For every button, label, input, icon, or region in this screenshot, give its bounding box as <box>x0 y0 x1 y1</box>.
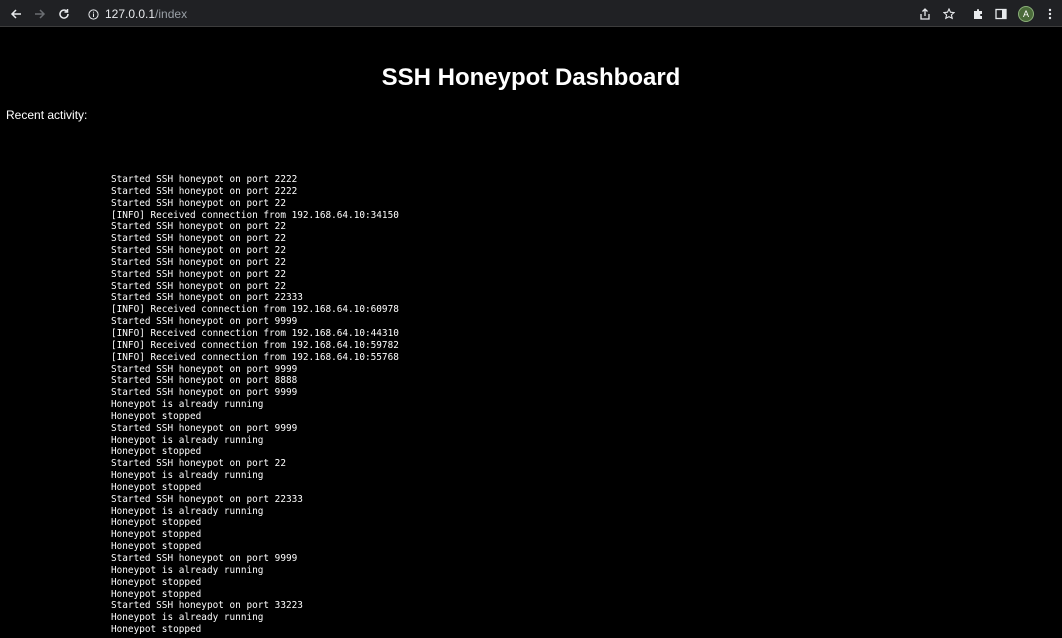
log-line: [INFO] Received connection from 192.168.… <box>111 209 399 221</box>
log-line: [INFO] Received connection from 192.168.… <box>111 351 399 363</box>
log-line: Honeypot stopped <box>111 481 202 493</box>
log-line: Honeypot stopped <box>111 529 202 541</box>
reload-icon[interactable] <box>54 4 74 24</box>
bookmark-star-icon[interactable] <box>939 4 959 24</box>
recent-activity-label: Recent activity: <box>6 108 88 122</box>
browser-toolbar: 127.0.0.1/index A <box>0 0 1062 27</box>
page-title: SSH Honeypot Dashboard <box>381 64 681 91</box>
address-bar[interactable]: 127.0.0.1/index <box>88 5 187 23</box>
back-arrow-icon[interactable] <box>6 4 26 24</box>
log-line: Honeypot is already running <box>111 470 264 482</box>
log-line: Honeypot is already running <box>111 564 264 576</box>
log-line: Honeypot stopped <box>111 410 202 422</box>
log-line: Started SSH honeypot on port 9999 <box>111 422 298 434</box>
log-line: Started SSH honeypot on port 22 <box>111 256 286 268</box>
share-icon[interactable] <box>915 4 935 24</box>
log-line: Started SSH honeypot on port 22 <box>111 280 286 292</box>
log-line: Started SSH honeypot on port 22 <box>111 197 286 209</box>
log-line: Honeypot stopped <box>111 576 202 588</box>
activity-log: Started SSH honeypot on port 2222 Started… <box>111 174 399 636</box>
url-path: /index <box>155 7 188 21</box>
log-line: Started SSH honeypot on port 22 <box>111 245 286 257</box>
log-line: Started SSH honeypot on port 9999 <box>111 363 298 375</box>
log-line: Honeypot stopped <box>111 588 202 600</box>
log-line: [INFO] Received connection from 192.168.… <box>111 304 399 316</box>
log-line: Started SSH honeypot on port 9999 <box>111 553 298 564</box>
log-line: [INFO] Received connection from 192.168.… <box>111 327 399 339</box>
profile-avatar[interactable]: A <box>1018 6 1034 22</box>
log-line: [INFO] Received connection from 192.168.… <box>111 339 399 351</box>
log-line: Started SSH honeypot on port 9999 <box>111 387 298 399</box>
site-info-icon[interactable] <box>88 8 99 20</box>
log-line: Started SSH honeypot on port 22 <box>111 458 286 470</box>
log-line: Honeypot stopped <box>111 517 202 529</box>
log-line: Started SSH honeypot on port 22 <box>111 221 286 233</box>
log-line: Started SSH honeypot on port 8888 <box>111 375 298 387</box>
log-line: Started SSH honeypot on port 22333 <box>111 292 303 304</box>
side-panel-icon[interactable] <box>991 4 1011 24</box>
menu-kebab-icon[interactable] <box>1040 4 1060 24</box>
log-line: Started SSH honeypot on port 2222 <box>111 174 298 185</box>
log-line: Honeypot stopped <box>111 624 202 636</box>
log-line: Started SSH honeypot on port 2222 <box>111 185 298 197</box>
log-line: Honeypot stopped <box>111 446 202 458</box>
log-line: Started SSH honeypot on port 22 <box>111 233 286 245</box>
log-line: Honeypot is already running <box>111 505 264 517</box>
extensions-puzzle-icon[interactable] <box>968 4 988 24</box>
log-line: Honeypot is already running <box>111 399 264 411</box>
url-host: 127.0.0.1 <box>105 7 156 21</box>
log-line: Started SSH honeypot on port 22333 <box>111 493 303 505</box>
log-line: Started SSH honeypot on port 9999 <box>111 316 298 328</box>
forward-arrow-icon[interactable] <box>30 4 50 24</box>
log-line: Honeypot stopped <box>111 541 202 553</box>
log-line: Honeypot is already running <box>111 434 264 446</box>
log-line: Honeypot is already running <box>111 612 264 624</box>
log-line: Started SSH honeypot on port 33223 <box>111 600 303 612</box>
log-line: Started SSH honeypot on port 22 <box>111 268 286 280</box>
